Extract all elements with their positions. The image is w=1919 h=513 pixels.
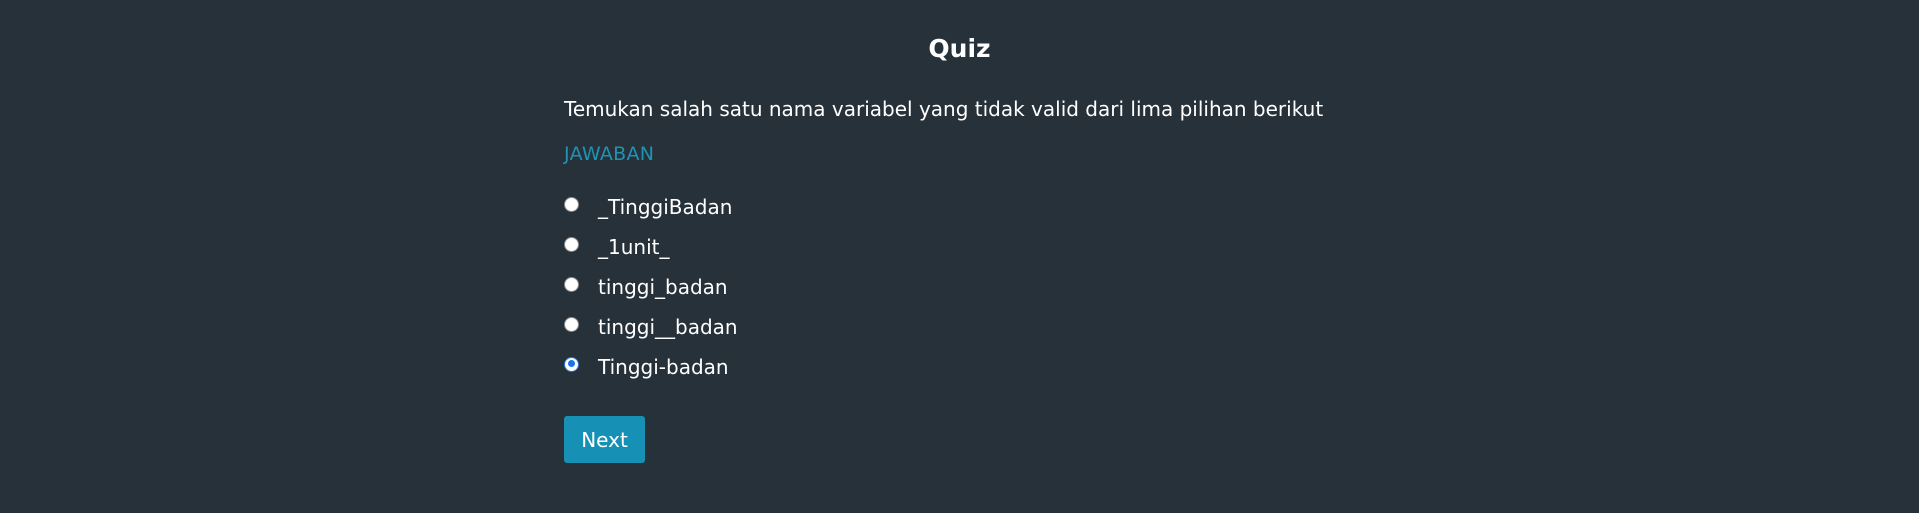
option-tinggibadan-underscore-prefix[interactable]: _TinggiBadan: [564, 187, 1064, 227]
answer-options: _TinggiBadan _1unit_ tinggi_badan tinggi…: [564, 187, 1064, 387]
radio-button[interactable]: [564, 196, 579, 212]
radio-button[interactable]: [564, 356, 579, 372]
radio-button[interactable]: [564, 316, 579, 332]
next-button[interactable]: Next: [564, 416, 645, 463]
option-label: Tinggi-badan: [598, 355, 729, 379]
option-tinggi-badan-snake[interactable]: tinggi_badan: [564, 267, 1064, 307]
quiz-title: Quiz: [928, 34, 991, 63]
option-1unit[interactable]: _1unit_: [564, 227, 1064, 267]
radio-button[interactable]: [564, 276, 579, 292]
option-label: tinggi__badan: [598, 315, 738, 339]
option-label: _TinggiBadan: [598, 195, 733, 219]
option-label: tinggi_badan: [598, 275, 728, 299]
radio-button[interactable]: [564, 236, 579, 252]
option-label: _1unit_: [598, 235, 670, 259]
option-tinggi-hyphen-badan[interactable]: Tinggi-badan: [564, 347, 1064, 387]
answer-heading: JAWABAN: [564, 143, 655, 165]
question-text: Temukan salah satu nama variabel yang ti…: [564, 97, 1324, 121]
option-tinggi-double-underscore-badan[interactable]: tinggi__badan: [564, 307, 1064, 347]
